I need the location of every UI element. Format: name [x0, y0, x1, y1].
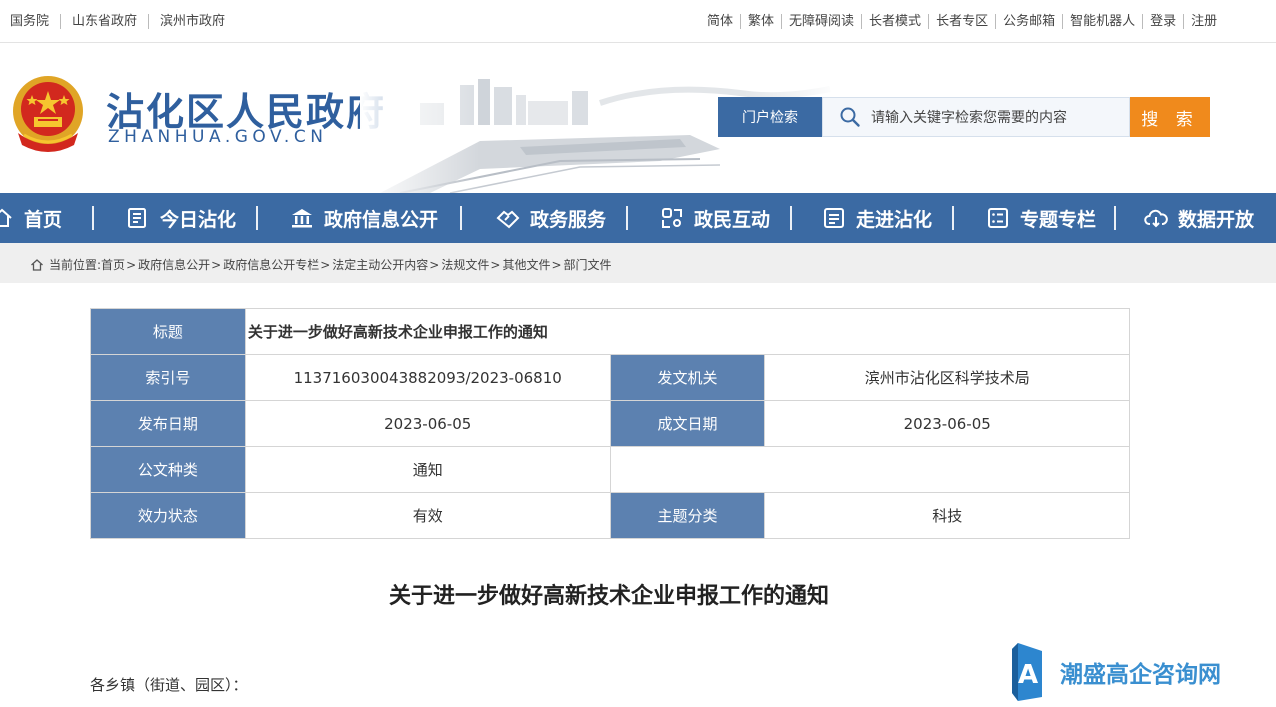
table-row: 索引号 11371603004388209З/2023-06810 发文机关 滨… — [90, 354, 1130, 401]
topic-label: 主题分类 — [609, 492, 766, 539]
breadcrumb-item[interactable]: 政府信息公开专栏 — [223, 256, 319, 273]
nav-item-today-zhanhua[interactable]: 今日沾化 — [126, 193, 236, 243]
column-list-icon — [988, 208, 1008, 228]
document-list-icon — [824, 208, 844, 228]
nav-divider — [952, 206, 954, 230]
table-row: 发布日期 2023-06-05 成文日期 2023-06-05 — [90, 400, 1130, 447]
issuer-value: 滨州市沾化区科学技术局 — [764, 354, 1130, 401]
nav-item-home[interactable]: 首页 — [0, 193, 62, 243]
link-robot[interactable]: 智能机器人 — [1062, 14, 1142, 29]
written-date-value: 2023-06-05 — [764, 400, 1130, 447]
nav-item-gov-service[interactable]: 政务服务 — [496, 193, 606, 243]
table-row: 标题 关于进一步做好高新技术企业申报工作的通知 — [90, 308, 1131, 355]
index-label: 索引号 — [90, 354, 246, 401]
search-bar: 门户检索 请输入关键字检索您需要的内容 搜 索 — [718, 97, 1210, 137]
interaction-icon — [662, 208, 682, 228]
search-icon — [840, 107, 860, 127]
nav-divider — [1114, 206, 1116, 230]
publish-date-label: 发布日期 — [90, 400, 246, 447]
home-icon — [0, 208, 12, 227]
nav-label-gov-info: 政府信息公开 — [324, 208, 439, 231]
nav-label-open-data: 数据开放 — [1178, 208, 1255, 231]
empty-cell — [609, 446, 1131, 493]
nav-label-home: 首页 — [24, 208, 63, 231]
nav-label-about-zhanhua: 走进沾化 — [856, 208, 933, 231]
title-label: 标题 — [90, 308, 246, 355]
topic-value: 科技 — [764, 492, 1130, 539]
status-value: 有效 — [244, 492, 611, 539]
nav-label-gov-service: 政务服务 — [530, 208, 607, 231]
newspaper-icon — [128, 208, 146, 228]
nav-divider — [92, 206, 94, 230]
search-button[interactable]: 搜 索 — [1130, 97, 1210, 137]
breadcrumb-item[interactable]: 部门文件 — [564, 256, 612, 273]
watermark-logo-icon: A — [1012, 643, 1042, 701]
home-icon — [31, 258, 43, 271]
breadcrumb-item[interactable]: 首页 — [101, 256, 125, 273]
link-simplified[interactable]: 简体 — [707, 14, 740, 29]
link-shandong-gov[interactable]: 山东省政府 — [60, 14, 148, 29]
search-placeholder: 请输入关键字检索您需要的内容 — [871, 110, 1067, 126]
written-date-label: 成文日期 — [609, 400, 766, 447]
government-building-icon — [292, 209, 312, 228]
search-input[interactable]: 请输入关键字检索您需要的内容 — [822, 97, 1130, 137]
link-elder-mode[interactable]: 长者模式 — [861, 14, 928, 29]
issuer-label: 发文机关 — [609, 354, 766, 401]
nav-divider — [626, 206, 628, 230]
nav-item-interaction[interactable]: 政民互动 — [660, 193, 770, 243]
top-bar: 国务院 山东省政府 滨州市政府 简体 繁体 无障碍阅读 长者模式 长者专区 公务… — [0, 0, 1276, 43]
link-login[interactable]: 登录 — [1142, 14, 1183, 29]
doc-type-value: 通知 — [244, 446, 611, 493]
watermark-text: 潮盛高企咨询网 — [1060, 661, 1221, 688]
breadcrumb-item[interactable]: 政府信息公开 — [138, 256, 210, 273]
link-binzhou-gov[interactable]: 滨州市政府 — [148, 14, 236, 29]
handshake-icon — [496, 210, 520, 229]
document-greeting: 各乡镇（街道、园区）： — [90, 676, 248, 694]
nav-label-special-columns: 专题专栏 — [1020, 208, 1097, 231]
link-elder-zone[interactable]: 长者专区 — [928, 14, 995, 29]
site-domain: ZHANHUA.GOV.CN — [108, 127, 328, 147]
svg-text:A: A — [1018, 660, 1038, 690]
table-row: 效力状态 有效 主题分类 科技 — [90, 492, 1130, 539]
link-traditional[interactable]: 繁体 — [740, 14, 781, 29]
link-state-council[interactable]: 国务院 — [10, 14, 60, 29]
breadcrumb-item[interactable]: 法定主动公开内容 — [332, 256, 428, 273]
link-accessible-reading[interactable]: 无障碍阅读 — [781, 14, 861, 29]
nav-label-today-zhanhua: 今日沾化 — [160, 208, 237, 231]
top-left-links: 国务院 山东省政府 滨州市政府 — [10, 14, 236, 29]
breadcrumb-item[interactable]: 其他文件 — [502, 256, 550, 273]
nav-divider — [460, 206, 462, 230]
cloud-download-icon — [1144, 209, 1168, 228]
watermark: A 潮盛高企咨询网 — [1008, 643, 1221, 701]
breadcrumb: 当前位置: 首页 > 政府信息公开 > 政府信息公开专栏 > 法定主动公开内容 > 法规… — [0, 243, 1276, 283]
top-right-links: 简体 繁体 无障碍阅读 长者模式 长者专区 公务邮箱 智能机器人 登录 注册 — [707, 14, 1224, 29]
doc-type-label: 公文种类 — [90, 446, 246, 493]
document-info-table: 标题 关于进一步做好高新技术企业申报工作的通知 索引号 113716030043… — [90, 308, 1131, 539]
nav-divider — [256, 206, 258, 230]
index-value: 11371603004388209З/2023-06810 — [244, 354, 611, 401]
nav-label-interaction: 政民互动 — [694, 208, 771, 231]
portal-search-tab[interactable]: 门户检索 — [718, 97, 822, 137]
breadcrumb-prefix: 当前位置: — [49, 258, 102, 272]
publish-date-value: 2023-06-05 — [244, 400, 611, 447]
link-register[interactable]: 注册 — [1183, 14, 1224, 29]
nav-item-about-zhanhua[interactable]: 走进沾化 — [822, 193, 932, 243]
link-official-mail[interactable]: 公务邮箱 — [995, 14, 1062, 29]
breadcrumb-item[interactable]: 法规文件 — [441, 256, 489, 273]
nav-item-gov-info[interactable]: 政府信息公开 — [290, 193, 438, 243]
document-title: 关于进一步做好高新技术企业申报工作的通知 — [388, 584, 829, 609]
national-emblem-icon — [13, 76, 83, 152]
status-label: 效力状态 — [90, 492, 246, 539]
title-value: 关于进一步做好高新技术企业申报工作的通知 — [244, 308, 1131, 355]
main-nav: 首页 今日沾化 政府信息公开 政务服务 政民互动 走进沾化 专题专栏 数据开放 — [0, 193, 1276, 243]
nav-item-special-columns[interactable]: 专题专栏 — [986, 193, 1096, 243]
table-row: 公文种类 通知 — [90, 446, 1131, 493]
nav-item-open-data[interactable]: 数据开放 — [1144, 193, 1254, 243]
nav-divider — [790, 206, 792, 230]
site-header: 沾化区人民政府 ZHANHUA.GOV.CN 门户检索 请输入关键字检索您需要的… — [0, 43, 1276, 193]
